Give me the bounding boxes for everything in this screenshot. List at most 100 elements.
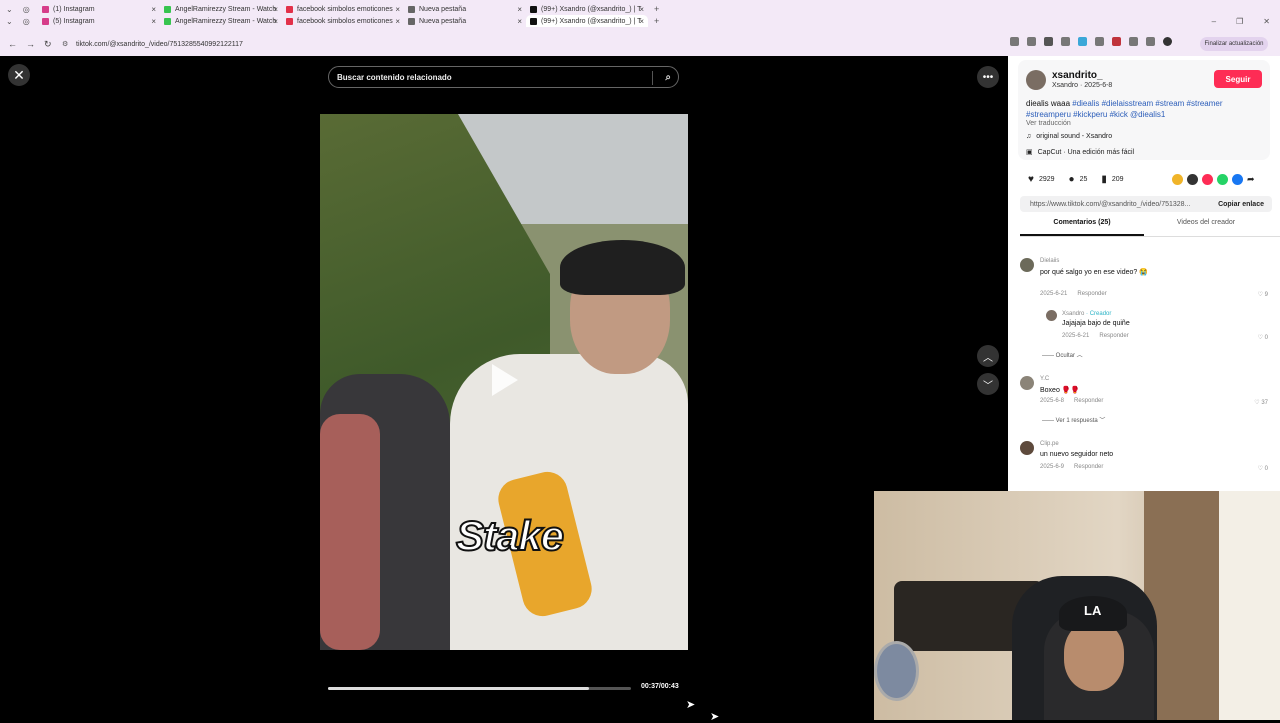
close-icon[interactable]: × xyxy=(639,5,644,14)
tab-group-icon[interactable]: ◎ xyxy=(23,5,30,14)
chevron-up-icon[interactable]: ︿ xyxy=(977,345,999,367)
play-icon[interactable] xyxy=(492,364,518,396)
maximize-icon[interactable]: ❐ xyxy=(1236,17,1243,26)
chrome-icon xyxy=(408,17,415,25)
chevron-down-icon[interactable]: ﹀ xyxy=(977,373,999,395)
close-icon[interactable]: × xyxy=(517,17,522,26)
close-icon[interactable]: × xyxy=(517,5,522,14)
close-icon[interactable]: × xyxy=(151,5,156,14)
tiktok-icon xyxy=(530,17,537,25)
close-icon[interactable]: × xyxy=(273,17,278,26)
search-input[interactable]: Buscar contenido relacionado ⌕ xyxy=(328,66,679,88)
username[interactable]: xsandrito_ xyxy=(1052,70,1103,81)
capcut-link[interactable]: ▣ CapCut · Una edición más fácil xyxy=(1026,148,1134,157)
update-button[interactable]: Finalizar actualización xyxy=(1200,37,1268,51)
hide-replies-link[interactable]: —— Ocultar ︿ xyxy=(1042,350,1083,359)
tab-controls[interactable]: ⌄ ◎ xyxy=(0,17,38,26)
browser-tab[interactable]: Nueva pestaña × xyxy=(404,15,526,27)
back-icon[interactable]: ← xyxy=(8,39,18,49)
close-icon[interactable]: × xyxy=(395,5,400,14)
save-stat[interactable]: ▮ 209 xyxy=(1101,174,1123,185)
embed-icon[interactable] xyxy=(1187,174,1198,185)
tab-controls[interactable]: ⌄ ◎ xyxy=(0,5,38,14)
video-person-arm xyxy=(320,414,380,650)
media-icon[interactable] xyxy=(1146,37,1155,46)
browser-tab[interactable]: facebook simbolos emoticones × xyxy=(282,15,404,27)
chevron-down-icon[interactable]: ⌄ xyxy=(6,17,13,26)
comment-like[interactable]: ♡ 37 xyxy=(1254,399,1268,406)
minimize-icon[interactable]: – xyxy=(1212,17,1216,26)
close-icon[interactable]: × xyxy=(151,17,156,26)
chevron-down-icon[interactable]: ⌄ xyxy=(6,5,13,14)
profile-avatar[interactable] xyxy=(1163,37,1172,46)
browser-tab-active[interactable]: (99+) Xsandro (@xsandrito_) | T × xyxy=(526,15,648,27)
close-icon[interactable]: × xyxy=(639,17,644,26)
video-frame[interactable]: Stake xyxy=(320,114,688,650)
reload-icon[interactable]: ↻ xyxy=(44,39,54,50)
comment-author[interactable]: Xsandro · Creador xyxy=(1062,311,1111,317)
star-icon[interactable] xyxy=(1044,37,1053,46)
whatsapp-icon[interactable] xyxy=(1217,174,1228,185)
close-window-icon[interactable]: ✕ xyxy=(1263,17,1270,26)
avatar[interactable] xyxy=(1020,258,1034,272)
comment-author[interactable]: Clip.pe xyxy=(1040,441,1059,447)
post-description: diealis waaa #diealis #dielaisstream #st… xyxy=(1026,99,1223,119)
copy-link-button[interactable]: Copiar enlace xyxy=(1218,201,1264,208)
reply-link[interactable]: Responder xyxy=(1077,291,1106,297)
sound-link[interactable]: ♫ original sound - Xsandro xyxy=(1026,133,1112,140)
browser-tab[interactable]: Nueva pestaña × xyxy=(404,3,526,15)
avatar[interactable] xyxy=(1020,441,1034,455)
search-icon[interactable]: ⌕ xyxy=(665,72,671,83)
close-icon[interactable]: × xyxy=(395,17,400,26)
avatar[interactable] xyxy=(1046,310,1057,321)
tab-comments[interactable]: Comentarios (25) xyxy=(1020,219,1144,236)
new-tab-button[interactable]: + xyxy=(654,4,659,14)
reply-link[interactable]: Responder xyxy=(1074,464,1103,470)
comment-stat[interactable]: ● 25 xyxy=(1069,174,1088,185)
kick-icon xyxy=(164,5,171,13)
coin-icon[interactable] xyxy=(1172,174,1183,185)
translate-link[interactable]: Ver traducción xyxy=(1026,120,1071,127)
progress-bar[interactable] xyxy=(328,687,631,690)
extension-icon[interactable] xyxy=(1112,37,1121,46)
puzzle-icon[interactable] xyxy=(1129,37,1138,46)
browser-tab[interactable]: AngelRamirezzy Stream - Watch × xyxy=(160,15,282,27)
send-icon[interactable] xyxy=(1202,174,1213,185)
video-player: ✕ Buscar contenido relacionado ⌕ ••• Sta… xyxy=(0,56,1008,723)
close-icon[interactable]: ✕ xyxy=(8,64,30,86)
reply-link[interactable]: Responder xyxy=(1099,333,1128,339)
browser-tab[interactable]: (1) Instagram × xyxy=(38,3,160,15)
view-replies-link[interactable]: —— Ver 1 respuesta ﹀ xyxy=(1042,415,1105,424)
reply-link[interactable]: Responder xyxy=(1074,398,1103,404)
comment-author[interactable]: Y.C xyxy=(1040,376,1049,382)
share-icon[interactable] xyxy=(1027,37,1036,46)
translate-icon[interactable] xyxy=(1010,37,1019,46)
comment-author[interactable]: Dielaiis xyxy=(1040,258,1059,264)
avatar[interactable] xyxy=(1026,70,1046,90)
tab-group-icon[interactable]: ◎ xyxy=(23,17,30,26)
extension-icon[interactable] xyxy=(1095,37,1104,46)
comment-like[interactable]: ♡ 0 xyxy=(1258,334,1268,341)
more-options-icon[interactable]: ••• xyxy=(977,66,999,88)
facebook-icon[interactable] xyxy=(1232,174,1243,185)
tab-creator-videos[interactable]: Videos del creador xyxy=(1144,219,1268,236)
browser-tab[interactable]: (99+) Xsandro (@xsandrito_) | T × xyxy=(526,3,648,15)
new-tab-button[interactable]: + xyxy=(654,16,659,26)
extension-icon[interactable] xyxy=(1078,37,1087,46)
forward-icon[interactable]: ➦ xyxy=(1247,174,1258,185)
avatar[interactable] xyxy=(1020,376,1034,390)
forward-icon[interactable]: → xyxy=(26,39,36,49)
site-info-icon[interactable]: ⚙ xyxy=(62,40,70,48)
close-icon[interactable]: × xyxy=(273,5,278,14)
extension-icon[interactable] xyxy=(1061,37,1070,46)
browser-tab[interactable]: AngelRamirezzy Stream - Watch × xyxy=(160,3,282,15)
comment-like[interactable]: ♡ 9 xyxy=(1258,291,1268,298)
comment-meta: 2025-6-21 Responder xyxy=(1040,291,1107,297)
browser-tab[interactable]: facebook simbolos emoticones × xyxy=(282,3,404,15)
comment-like[interactable]: ♡ 0 xyxy=(1258,465,1268,472)
mouse-cursor-icon: ➤ xyxy=(710,711,720,723)
like-stat[interactable]: ♥ 2929 xyxy=(1028,174,1055,185)
browser-tab[interactable]: (5) Instagram × xyxy=(38,15,160,27)
follow-button[interactable]: Seguir xyxy=(1214,70,1262,88)
url-bar[interactable]: ⚙ tiktok.com/@xsandrito_/video/751328554… xyxy=(62,36,1002,52)
